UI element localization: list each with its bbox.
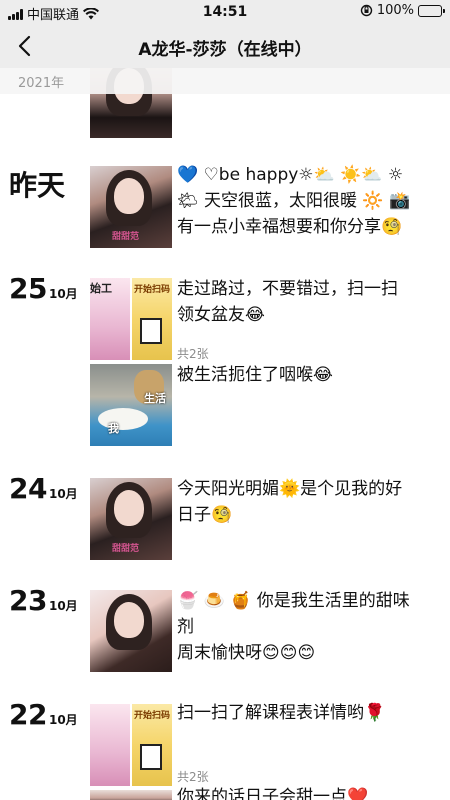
post-text[interactable]: 今天阳光明媚🌞是个见我的好 日子🧐 — [177, 476, 417, 528]
status-bar: 中国联通 14:51 100% — [0, 0, 450, 24]
date-month: 10月 — [48, 599, 78, 613]
post-thumbnail[interactable]: 甜甜范 — [90, 478, 172, 560]
post-line: 你来的话日子会甜一点❤️ — [177, 787, 369, 800]
date-label: 24 10月 — [9, 472, 78, 505]
post-thumbnail[interactable]: 开始扫码 — [132, 278, 172, 360]
post-thumbnail[interactable] — [90, 704, 130, 786]
post-thumbnail[interactable]: 始工 — [90, 278, 130, 360]
thumbnail-tag: 甜甜范 — [112, 232, 140, 242]
post-text[interactable]: 你来的话日子会甜一点❤️ — [177, 784, 417, 800]
date-label: 23 10月 — [9, 584, 78, 617]
qr-code-icon — [140, 318, 162, 344]
thumbnail-caption: 生活 — [144, 392, 166, 405]
post-line: 🌤 天空很蓝，太阳很暖 🔆 📸 — [177, 191, 411, 211]
date-day: 23 — [9, 584, 47, 617]
thumbnail-tag: 甜甜范 — [112, 544, 140, 554]
orientation-lock-icon — [360, 4, 373, 17]
battery-icon — [418, 4, 445, 17]
post-thumbnail[interactable] — [90, 790, 172, 800]
qr-code-icon — [140, 744, 162, 770]
post-thumbnail[interactable] — [90, 590, 172, 672]
post-line: 💙 ♡be happy☼⛅ ☀️⛅ ☼ — [177, 165, 404, 185]
post-thumbnail[interactable]: 甜甜范 — [90, 166, 172, 248]
date-day: 25 — [9, 272, 47, 305]
status-right: 100% — [360, 3, 445, 18]
date-month: 10月 — [48, 287, 78, 301]
battery-percent: 100% — [376, 3, 414, 18]
page-title: A龙华-莎莎（在线中） — [138, 40, 312, 60]
post-thumbnail[interactable]: 生活 我 — [90, 364, 172, 446]
post-text[interactable]: 💙 ♡be happy☼⛅ ☀️⛅ ☼ 🌤 天空很蓝，太阳很暖 🔆 📸 有一点小… — [177, 162, 417, 240]
date-month: 10月 — [48, 713, 78, 727]
thumbnail-caption: 开始扫码 — [134, 285, 171, 295]
post-text[interactable]: 被生活扼住了咽喉😂 — [177, 362, 417, 388]
post-line: 🍧 🍮 🍯 你是我生活里的甜味 — [177, 591, 410, 611]
post-line: 领女盆友😂 — [177, 305, 265, 325]
date-day: 22 — [9, 698, 47, 731]
post-text[interactable]: 扫一扫了解课程表详情哟🌹 — [177, 700, 417, 726]
post-text[interactable]: 走过路过，不要错过，扫一扫 领女盆友😂 — [177, 276, 417, 328]
post-line: 有一点小幸福想要和你分享🧐 — [177, 217, 403, 237]
date-day: 24 — [9, 472, 47, 505]
post-line: 剂 — [177, 617, 194, 637]
back-button[interactable] — [6, 28, 42, 64]
post-line: 今天阳光明媚🌞是个见我的好 — [177, 479, 403, 499]
post-line: 被生活扼住了咽喉😂 — [177, 365, 333, 385]
chevron-left-icon — [18, 35, 31, 57]
post-text[interactable]: 🍧 🍮 🍯 你是我生活里的甜味 剂 周末愉快呀😊😊😊 — [177, 588, 417, 666]
thumbnail-caption: 我 — [108, 422, 119, 435]
image-count: 共2张 — [177, 347, 209, 361]
date-label: 22 10月 — [9, 698, 78, 731]
date-label-yesterday: 昨天 — [9, 169, 66, 202]
post-line: 扫一扫了解课程表详情哟🌹 — [177, 703, 386, 723]
thumbnail-caption: 开始扫码 — [134, 711, 171, 721]
date-month: 10月 — [48, 487, 78, 501]
post-line: 走过路过，不要错过，扫一扫 — [177, 279, 398, 299]
thumbnail-caption: 始工 — [90, 282, 112, 295]
moments-feed[interactable]: 2021年 昨天 甜甜范 💙 ♡be happy☼⛅ ☀️⛅ ☼ 🌤 天空很蓝，… — [0, 68, 450, 800]
image-count: 共2张 — [177, 770, 209, 784]
date-label: 25 10月 — [9, 272, 78, 305]
post-thumbnail[interactable]: 开始扫码 — [132, 704, 172, 786]
year-header: 2021年 — [0, 68, 450, 94]
post-line: 日子🧐 — [177, 505, 233, 525]
post-line: 周末愉快呀😊😊😊 — [177, 643, 316, 663]
nav-bar: A龙华-莎莎（在线中） — [0, 24, 450, 68]
